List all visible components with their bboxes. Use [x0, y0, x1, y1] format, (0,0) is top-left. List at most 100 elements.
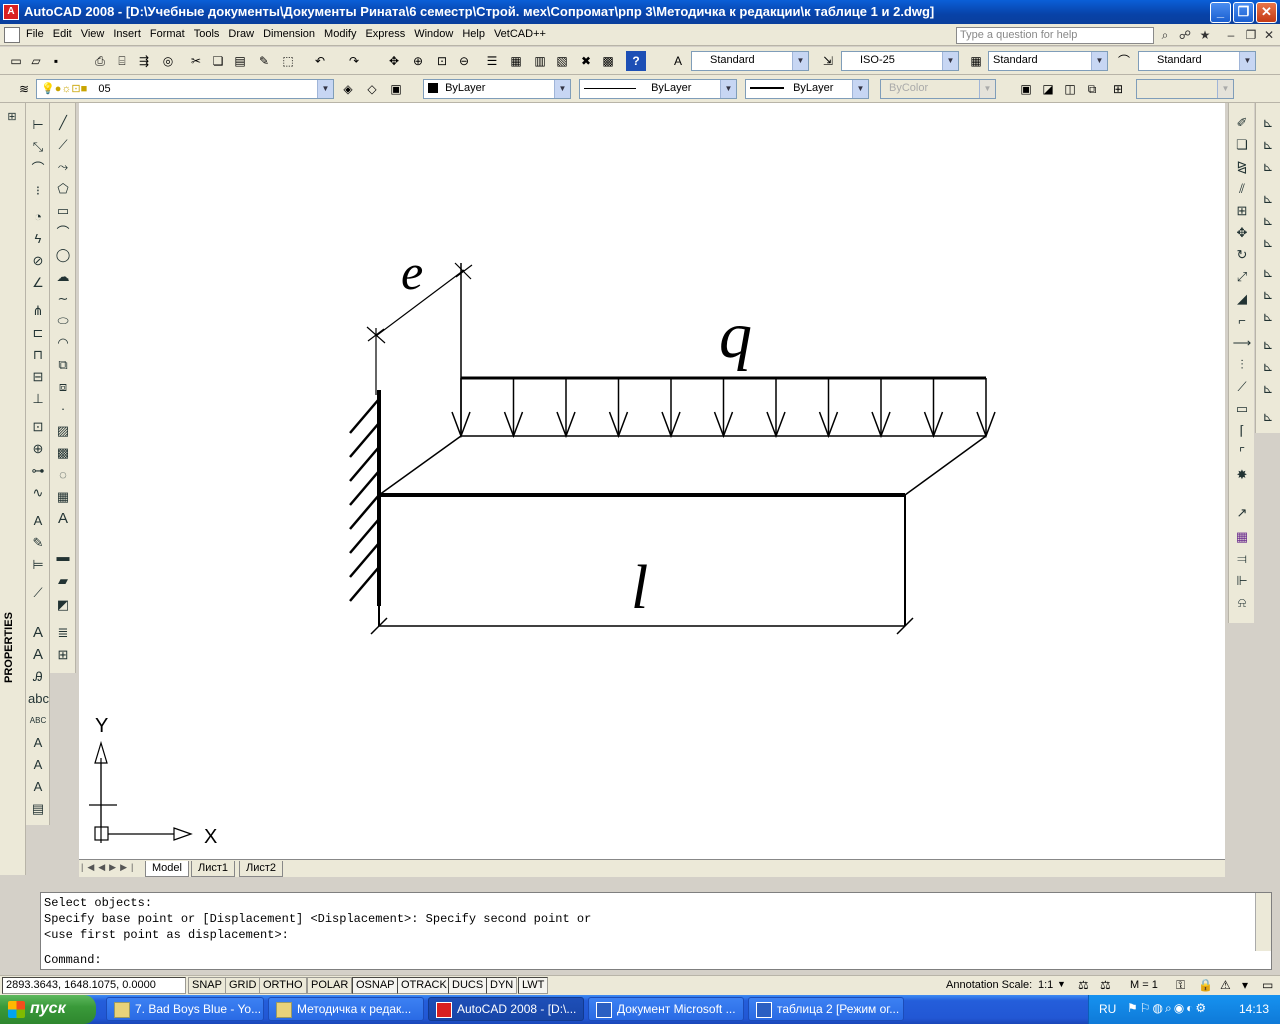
- command-scrollbar[interactable]: [1255, 893, 1271, 951]
- multileader-icon[interactable]: ↗: [1232, 503, 1252, 523]
- menu-file[interactable]: File: [22, 28, 48, 40]
- drawing-area[interactable]: e q l Y X: [79, 103, 1225, 859]
- document-icon[interactable]: [4, 27, 20, 43]
- qnew-icon[interactable]: ▭: [6, 51, 26, 71]
- ucs-zaxis-icon[interactable]: ⊾: [1258, 285, 1278, 305]
- scale-icon[interactable]: ⤢: [1232, 267, 1252, 287]
- stretch-icon[interactable]: ◢: [1232, 289, 1252, 309]
- table-style-select[interactable]: Standard ▼: [988, 51, 1108, 71]
- lwt-toggle[interactable]: LWT: [518, 977, 549, 994]
- polar-toggle[interactable]: POLAR: [307, 977, 353, 994]
- quick-dimension-icon[interactable]: ⋔: [28, 301, 48, 321]
- menu-format[interactable]: Format: [146, 28, 189, 40]
- hatch-icon[interactable]: ▨: [53, 421, 73, 441]
- viewport-clip-icon[interactable]: ⧉: [1082, 79, 1102, 99]
- menu-edit[interactable]: Edit: [49, 28, 76, 40]
- dimension-space-icon[interactable]: ⊟: [28, 367, 48, 387]
- linetype-select[interactable]: ByLayer ▼: [579, 79, 737, 99]
- start-button[interactable]: пуск: [0, 995, 96, 1024]
- copy-icon[interactable]: ❏: [208, 51, 228, 71]
- communication-icon[interactable]: ⚿: [1176, 978, 1185, 993]
- table-style-icon[interactable]: ▦: [966, 51, 986, 71]
- quickcalc-icon[interactable]: ▩: [598, 51, 618, 71]
- menu-window[interactable]: Window: [410, 28, 457, 40]
- ucs-origin-icon[interactable]: ⊾: [1258, 263, 1278, 283]
- menu-draw[interactable]: Draw: [224, 28, 258, 40]
- taskbar-item-music[interactable]: 7. Bad Boys Blue - Yo...: [106, 997, 264, 1021]
- baseline-dimension-icon[interactable]: ⊏: [28, 323, 48, 343]
- dimension-edit-icon[interactable]: A: [28, 511, 48, 531]
- mleader-style-select[interactable]: Standard ▼: [1138, 51, 1256, 71]
- diameter-dimension-icon[interactable]: ⊘: [28, 251, 48, 271]
- line-icon[interactable]: ╱: [53, 113, 73, 133]
- favorites-star-icon[interactable]: ★: [1196, 26, 1214, 44]
- ucs-icon[interactable]: ⊾: [1258, 113, 1278, 133]
- move-icon[interactable]: ✥: [1232, 223, 1252, 243]
- annotation-scale-value[interactable]: 1:1: [1038, 979, 1053, 991]
- menu-view[interactable]: View: [77, 28, 109, 40]
- zoom-realtime-icon[interactable]: ⊕: [408, 51, 428, 71]
- properties-palette-icon[interactable]: ⊞: [2, 107, 22, 127]
- multiline-text-icon[interactable]: A: [28, 623, 48, 643]
- dim-style-icon[interactable]: ⇲: [818, 51, 838, 71]
- ucs-previous-icon[interactable]: ⊾: [1258, 157, 1278, 177]
- menu-express[interactable]: Express: [361, 28, 409, 40]
- ellipse-arc-icon[interactable]: ◠: [53, 333, 73, 353]
- ucs-z-icon[interactable]: ⊾: [1258, 379, 1278, 399]
- ellipse-icon[interactable]: ⬭: [53, 311, 73, 331]
- chamfer-icon[interactable]: ⌈: [1232, 421, 1252, 441]
- table-insert-icon[interactable]: ▦: [1232, 527, 1252, 547]
- rectangle-icon[interactable]: ▭: [53, 201, 73, 221]
- offset-icon[interactable]: ⫽: [1232, 179, 1252, 199]
- center-mark-icon[interactable]: ⊕: [28, 439, 48, 459]
- otrack-toggle[interactable]: OTRACK: [397, 977, 451, 994]
- text-style-icon[interactable]: A: [668, 51, 688, 71]
- grid-toggle[interactable]: GRID: [225, 977, 261, 994]
- menu-tools[interactable]: Tools: [190, 28, 224, 40]
- help-icon[interactable]: ?: [626, 51, 646, 71]
- layer-states-icon[interactable]: ▣: [386, 79, 406, 99]
- ucs-world-icon[interactable]: ⊾: [1258, 135, 1278, 155]
- mleader-align-icon[interactable]: ⫤: [1232, 549, 1252, 569]
- polygon-icon[interactable]: ⬠: [53, 179, 73, 199]
- tab-sheet2[interactable]: Лист2: [239, 861, 284, 877]
- make-block-icon[interactable]: ⧈: [53, 377, 73, 397]
- viewport-single-icon[interactable]: ▣: [1016, 79, 1036, 99]
- lineweight-select[interactable]: ByLayer ▼: [745, 79, 869, 99]
- communication-center-icon[interactable]: ☍: [1176, 26, 1194, 44]
- snap-toggle[interactable]: SNAP: [188, 977, 226, 994]
- spline-icon[interactable]: ∼: [53, 289, 73, 309]
- annotation-autoscale-icon[interactable]: ⚖: [1100, 978, 1111, 992]
- coordinates-readout[interactable]: 2893.3643, 1648.1075, 0.0000: [2, 977, 186, 994]
- menu-dimension[interactable]: Dimension: [259, 28, 319, 40]
- scale-text-icon[interactable]: A: [28, 755, 48, 775]
- mirror-icon[interactable]: ⧎: [1232, 157, 1252, 177]
- text-style-select[interactable]: Standard ▼: [691, 51, 809, 71]
- tab-model[interactable]: Model: [145, 861, 189, 877]
- linear-dimension-icon[interactable]: ⊢: [28, 115, 48, 135]
- menu-modify[interactable]: Modify: [320, 28, 360, 40]
- block-editor-icon[interactable]: ⬚: [278, 51, 298, 71]
- autocad-app-icon[interactable]: A: [3, 4, 19, 20]
- insert-block-icon[interactable]: ⧉: [53, 355, 73, 375]
- dimension-style-icon[interactable]: ⟋: [28, 583, 48, 603]
- properties-icon[interactable]: ☰: [482, 51, 502, 71]
- layout-draw-icon[interactable]: ▬: [53, 547, 73, 567]
- make-object-layer-current-icon[interactable]: ◈: [338, 79, 358, 99]
- angular-dimension-icon[interactable]: ∠: [28, 273, 48, 293]
- status-menu-icon[interactable]: ▭: [1262, 978, 1273, 992]
- point-icon[interactable]: ·: [53, 399, 73, 419]
- properties-palette-label[interactable]: PROPERTIES: [3, 583, 21, 683]
- text-style-icon[interactable]: A: [28, 733, 48, 753]
- minimize-button[interactable]: _: [1210, 2, 1231, 23]
- search-icon[interactable]: ⌕: [1156, 26, 1174, 44]
- command-window[interactable]: Select objects: Specify base point or [D…: [40, 892, 1272, 970]
- polyline-icon[interactable]: ⤳: [53, 157, 73, 177]
- tray-settings-icon[interactable]: ⚠: [1220, 978, 1231, 992]
- pan-icon[interactable]: ✥: [384, 51, 404, 71]
- circle-icon[interactable]: ◯: [53, 245, 73, 265]
- layer-select[interactable]: 💡●☼⊡■ 05 ▼: [36, 79, 334, 99]
- sheet-set-icon[interactable]: ▧: [552, 51, 572, 71]
- tray-icons[interactable]: ⚑⚐◍⌕◉◐⚙: [1127, 1001, 1208, 1016]
- ucs-x-icon[interactable]: ⊾: [1258, 335, 1278, 355]
